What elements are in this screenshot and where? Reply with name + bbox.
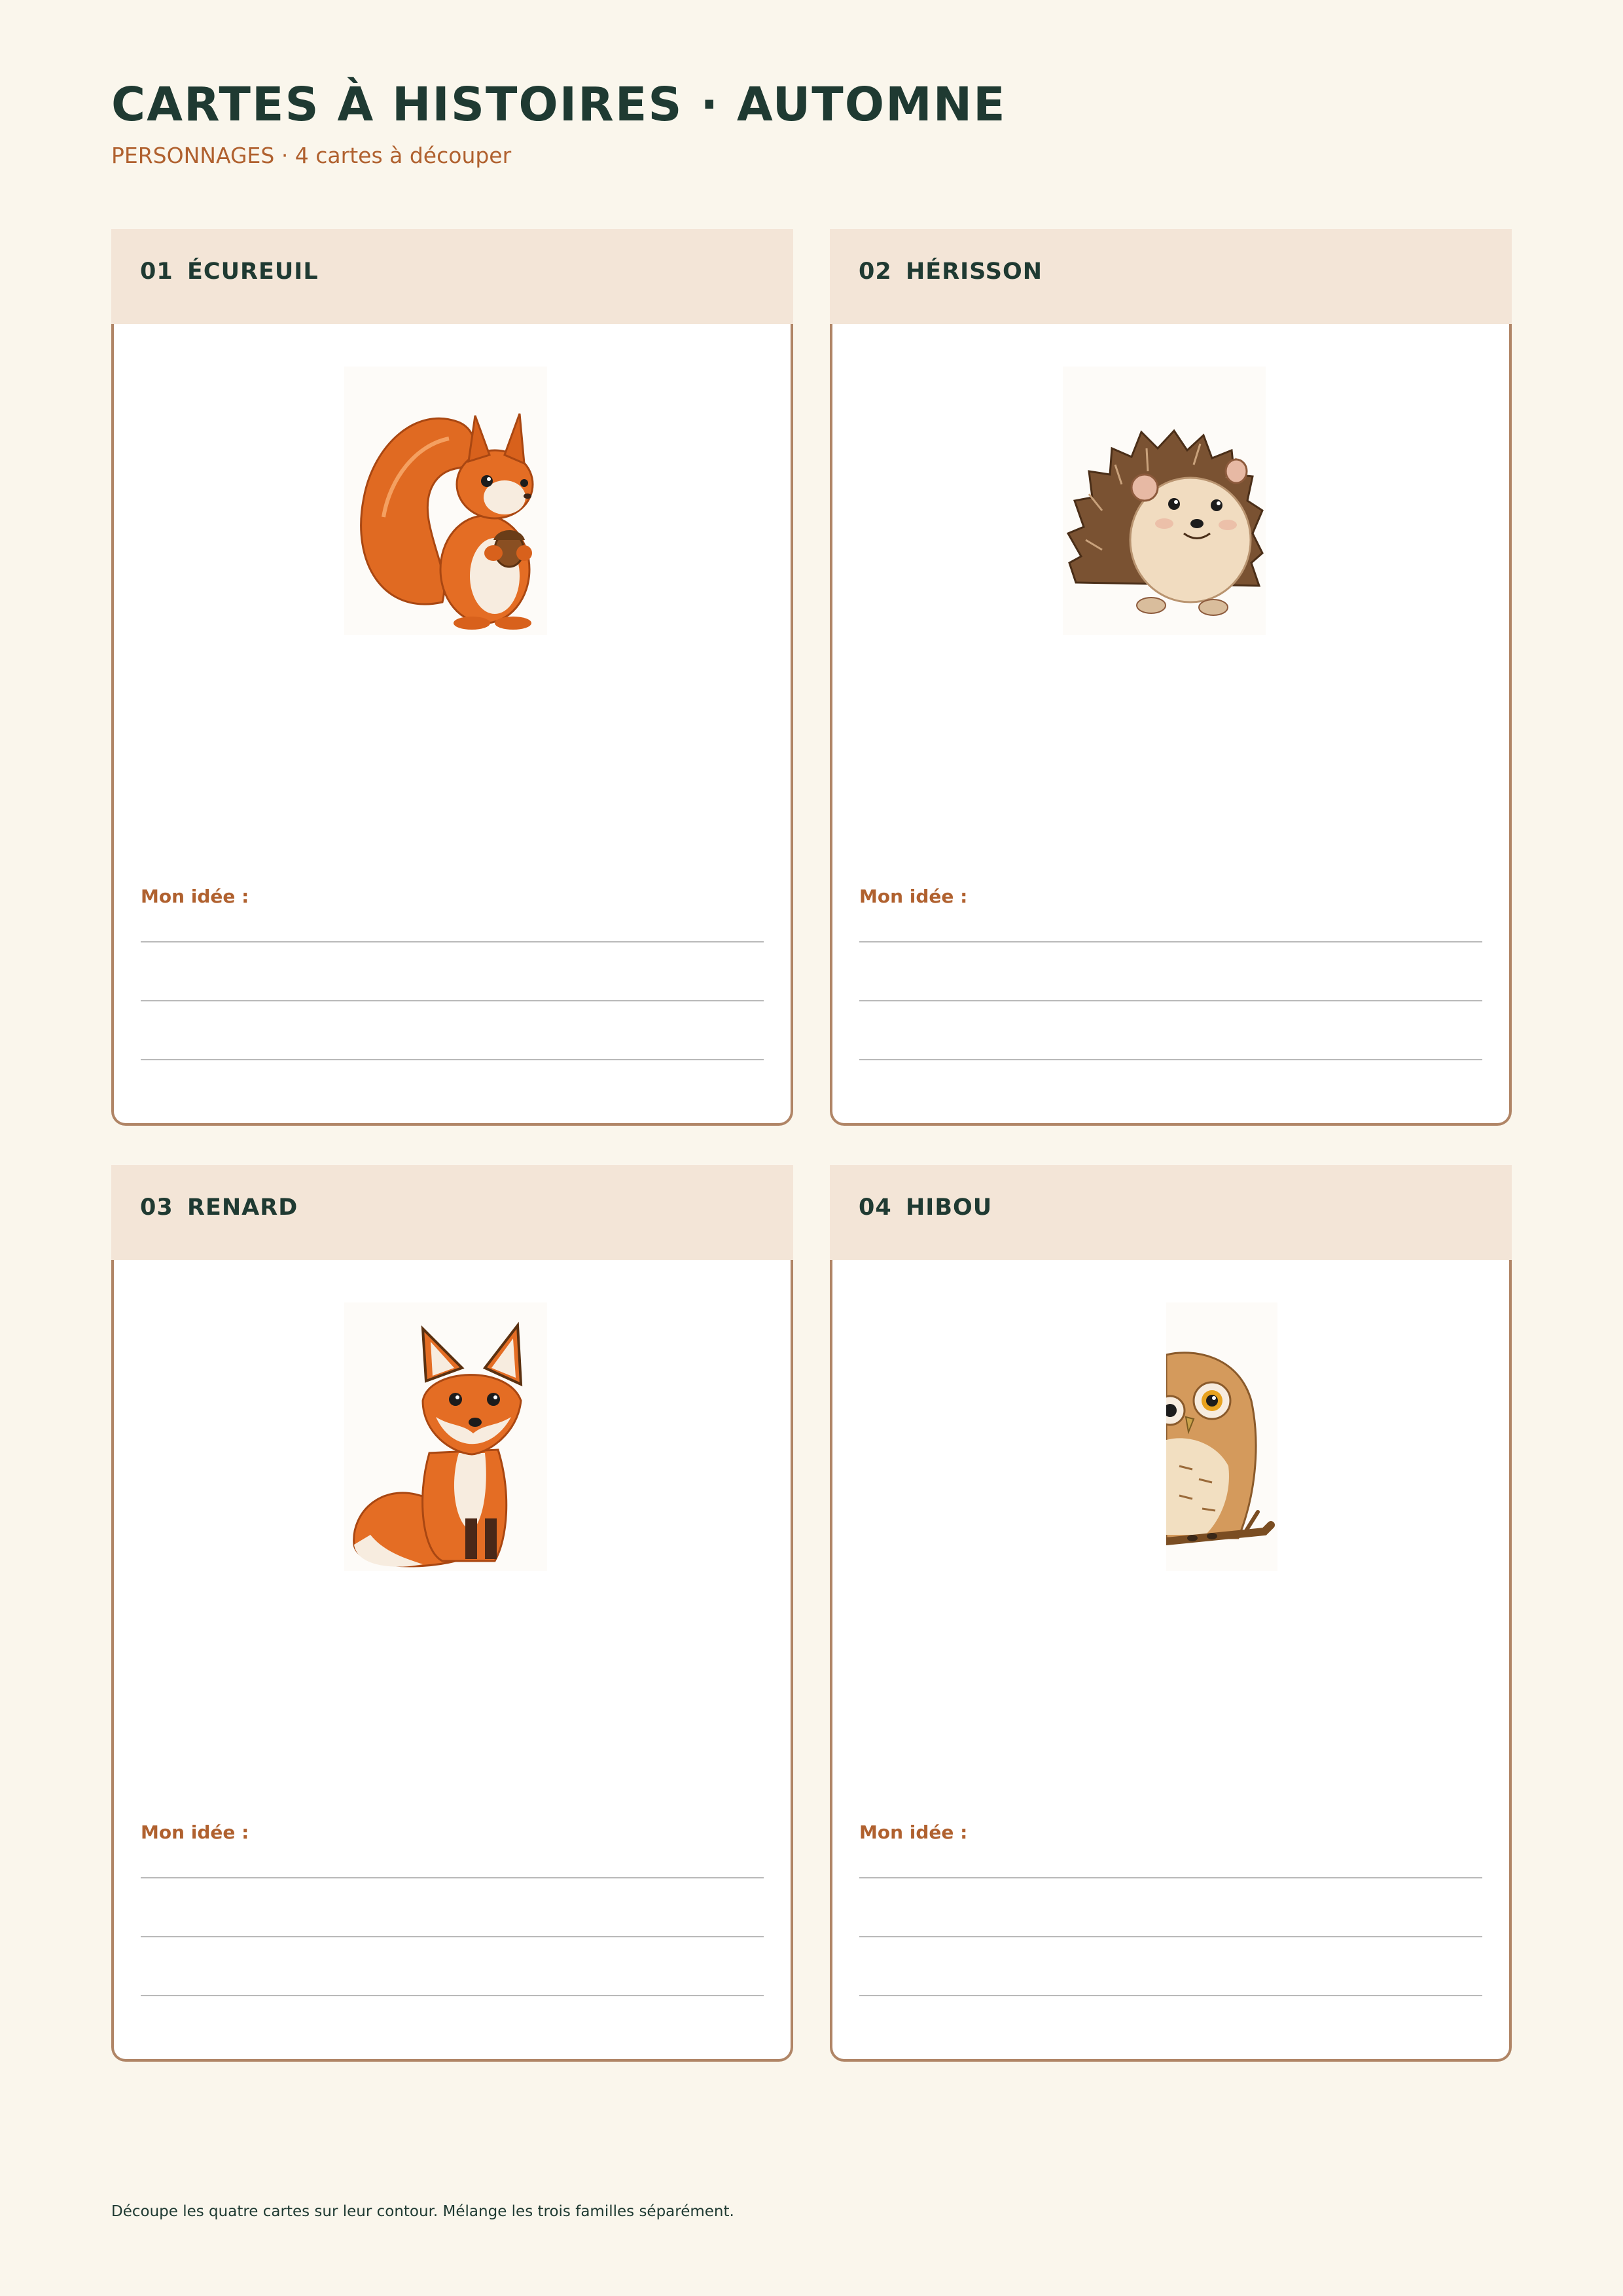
page-subtitle: PERSONNAGES · 4 cartes à découper bbox=[111, 143, 512, 168]
writing-line-1[interactable] bbox=[859, 941, 1482, 942]
card-number: 02 bbox=[859, 259, 892, 285]
card-number: 03 bbox=[140, 1194, 173, 1221]
writing-line-3[interactable] bbox=[141, 1995, 764, 1996]
owl-icon bbox=[1154, 1302, 1277, 1571]
card-name: ÉCUREUIL bbox=[187, 259, 319, 285]
card-owl: 04 HIBOU Mon idée: bbox=[830, 1165, 1512, 2062]
writing-line-2[interactable] bbox=[859, 1000, 1482, 1001]
writing-line-3[interactable] bbox=[859, 1059, 1482, 1060]
page-title: CARTES À HISTOIRES · AUTOMNE bbox=[111, 77, 1007, 132]
card-header: 03 RENARD bbox=[111, 1165, 793, 1260]
hedgehog-icon bbox=[1063, 367, 1266, 635]
card-number: 01 bbox=[140, 259, 173, 285]
writing-line-1[interactable] bbox=[859, 1877, 1482, 1878]
footer-instructions: Découpe les quatre cartes sur leur conto… bbox=[111, 2203, 734, 2220]
writing-line-2[interactable] bbox=[141, 1936, 764, 1937]
idea-label: Mon idée : bbox=[859, 1821, 968, 1843]
writing-line-3[interactable] bbox=[859, 1995, 1482, 1996]
card-hedgehog: 02 HÉRISSON Mon idée: bbox=[830, 229, 1512, 1126]
fox-icon bbox=[344, 1302, 547, 1571]
card-name: HIBOU bbox=[906, 1194, 993, 1221]
idea-label: Mon idée : bbox=[859, 886, 968, 907]
card-header: 04 HIBOU bbox=[830, 1165, 1512, 1260]
writing-line-1[interactable] bbox=[141, 1877, 764, 1878]
idea-label: Mon idée : bbox=[141, 886, 249, 907]
card-header: 01 ÉCUREUIL bbox=[111, 229, 793, 324]
card-squirrel: 01 ÉCUREUIL Mon idée: bbox=[111, 229, 793, 1126]
card-fox: 03 RENARD Mon idée : bbox=[111, 1165, 793, 2062]
writing-line-2[interactable] bbox=[141, 1000, 764, 1001]
idea-label: Mon idée : bbox=[141, 1821, 249, 1843]
squirrel-icon bbox=[344, 367, 547, 635]
writing-line-1[interactable] bbox=[141, 941, 764, 942]
writing-line-3[interactable] bbox=[141, 1059, 764, 1060]
card-name: RENARD bbox=[187, 1194, 298, 1221]
writing-line-2[interactable] bbox=[859, 1936, 1482, 1937]
card-name: HÉRISSON bbox=[906, 259, 1043, 285]
card-header: 02 HÉRISSON bbox=[830, 229, 1512, 324]
card-number: 04 bbox=[859, 1194, 892, 1221]
